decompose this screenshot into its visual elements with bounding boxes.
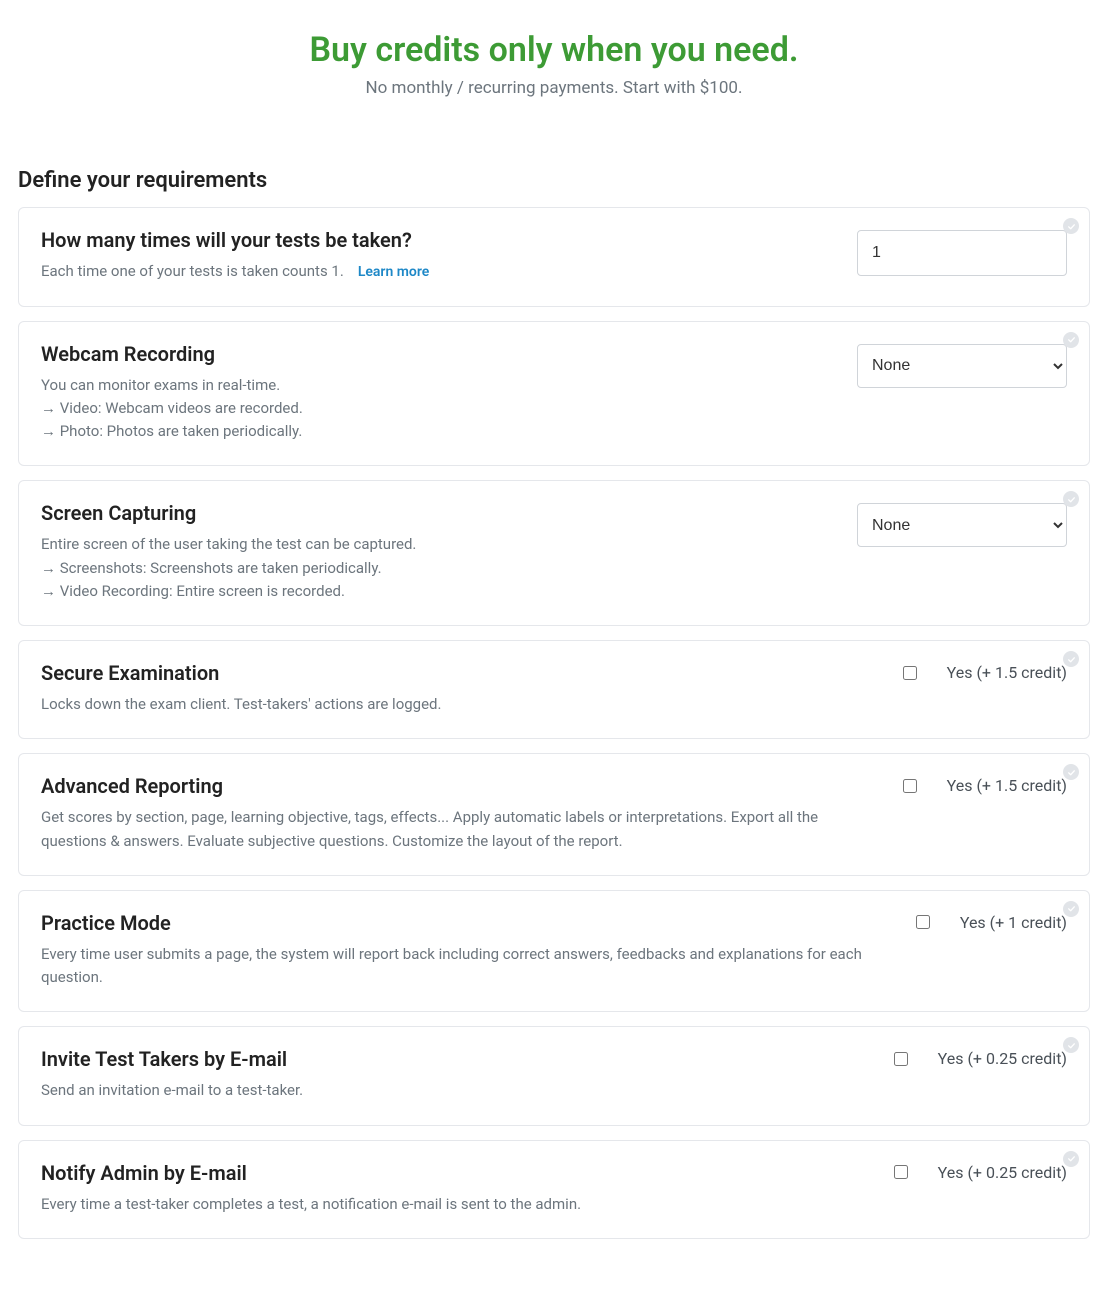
card-text: Invite Test Takers by E-mail Send an invi…: [41, 1047, 870, 1102]
card-desc-line: → Photo: Photos are taken periodically.: [41, 420, 833, 443]
card-control: Yes (+ 0.25 credit): [894, 1047, 1067, 1102]
card-description: Locks down the exam client. Test-takers'…: [41, 693, 879, 716]
card-title: How many times will your tests be taken?: [41, 228, 833, 252]
card-webcam-recording: Webcam Recording You can monitor exams in…: [18, 321, 1090, 467]
advanced-reporting-checkbox-label: Yes (+ 1.5 credit): [947, 776, 1067, 795]
card-invite-test-takers: Invite Test Takers by E-mail Send an invi…: [18, 1026, 1090, 1125]
card-desc-line: Each time one of your tests is taken cou…: [41, 260, 833, 284]
card-desc-line: → Screenshots: Screenshots are taken per…: [41, 557, 833, 580]
status-check-icon: [1063, 1151, 1079, 1167]
card-control: None: [857, 342, 1067, 444]
card-screen-capturing: Screen Capturing Entire screen of the use…: [18, 480, 1090, 626]
card-title: Screen Capturing: [41, 501, 833, 525]
hero: Buy credits only when you need. No month…: [18, 30, 1090, 98]
section-title: Define your requirements: [18, 168, 1090, 193]
notify-admin-checkbox-label: Yes (+ 0.25 credit): [938, 1163, 1067, 1182]
card-control: Yes (+ 1 credit): [916, 911, 1067, 990]
card-description: Every time a test-taker completes a test…: [41, 1193, 870, 1216]
card-description: Entire screen of the user taking the tes…: [41, 533, 833, 603]
card-text: Secure Examination Locks down the exam cl…: [41, 661, 879, 716]
card-description: Send an invitation e-mail to a test-take…: [41, 1079, 870, 1102]
card-title: Secure Examination: [41, 661, 879, 685]
card-title: Notify Admin by E-mail: [41, 1161, 870, 1185]
card-control: [857, 228, 1067, 284]
practice-mode-checkbox-wrap[interactable]: Yes (+ 1 credit): [916, 913, 1067, 932]
status-check-icon: [1063, 901, 1079, 917]
card-desc-line: → Video Recording: Entire screen is reco…: [41, 580, 833, 603]
invite-test-takers-checkbox-wrap[interactable]: Yes (+ 0.25 credit): [894, 1049, 1067, 1068]
hero-title: Buy credits only when you need.: [18, 30, 1090, 70]
card-practice-mode: Practice Mode Every time user submits a p…: [18, 890, 1090, 1013]
card-notify-admin: Notify Admin by E-mail Every time a test-…: [18, 1140, 1090, 1239]
card-control: Yes (+ 0.25 credit): [894, 1161, 1067, 1216]
advanced-reporting-checkbox[interactable]: [903, 779, 917, 793]
card-desc-line: Locks down the exam client. Test-takers'…: [41, 693, 879, 716]
status-check-icon: [1063, 764, 1079, 780]
card-description: Get scores by section, page, learning ob…: [41, 806, 879, 853]
card-desc-line: Get scores by section, page, learning ob…: [41, 806, 879, 853]
card-desc-line: Every time user submits a page, the syst…: [41, 943, 892, 990]
card-text: Webcam Recording You can monitor exams in…: [41, 342, 833, 444]
invite-test-takers-checkbox-label: Yes (+ 0.25 credit): [938, 1049, 1067, 1068]
card-control: Yes (+ 1.5 credit): [903, 661, 1067, 716]
notify-admin-checkbox[interactable]: [894, 1165, 908, 1179]
card-desc-line: Entire screen of the user taking the tes…: [41, 533, 833, 556]
advanced-reporting-checkbox-wrap[interactable]: Yes (+ 1.5 credit): [903, 776, 1067, 795]
card-description: Each time one of your tests is taken cou…: [41, 260, 833, 284]
practice-mode-checkbox-label: Yes (+ 1 credit): [960, 913, 1067, 932]
card-desc-line: → Video: Webcam videos are recorded.: [41, 397, 833, 420]
card-control: None: [857, 501, 1067, 603]
test-count-input[interactable]: [857, 230, 1067, 276]
card-text: Notify Admin by E-mail Every time a test-…: [41, 1161, 870, 1216]
card-title: Advanced Reporting: [41, 774, 879, 798]
card-secure-examination: Secure Examination Locks down the exam cl…: [18, 640, 1090, 739]
card-title: Invite Test Takers by E-mail: [41, 1047, 870, 1071]
card-desc-line: Every time a test-taker completes a test…: [41, 1193, 870, 1216]
notify-admin-checkbox-wrap[interactable]: Yes (+ 0.25 credit): [894, 1163, 1067, 1182]
card-desc-line: You can monitor exams in real-time.: [41, 374, 833, 397]
card-title: Webcam Recording: [41, 342, 833, 366]
practice-mode-checkbox[interactable]: [916, 915, 930, 929]
status-check-icon: [1063, 651, 1079, 667]
card-description: Every time user submits a page, the syst…: [41, 943, 892, 990]
card-title: Practice Mode: [41, 911, 892, 935]
secure-examination-checkbox-wrap[interactable]: Yes (+ 1.5 credit): [903, 663, 1067, 682]
card-text: Practice Mode Every time user submits a p…: [41, 911, 892, 990]
card-desc-line: Send an invitation e-mail to a test-take…: [41, 1079, 870, 1102]
status-check-icon: [1063, 332, 1079, 348]
card-text: Screen Capturing Entire screen of the use…: [41, 501, 833, 603]
card-text: How many times will your tests be taken?…: [41, 228, 833, 284]
webcam-recording-select[interactable]: None: [857, 344, 1067, 388]
card-text: Advanced Reporting Get scores by section,…: [41, 774, 879, 853]
card-test-count: How many times will your tests be taken?…: [18, 207, 1090, 307]
secure-examination-checkbox[interactable]: [903, 666, 917, 680]
hero-subtitle: No monthly / recurring payments. Start w…: [18, 78, 1090, 98]
status-check-icon: [1063, 491, 1079, 507]
card-description: You can monitor exams in real-time.→ Vid…: [41, 374, 833, 444]
card-advanced-reporting: Advanced Reporting Get scores by section,…: [18, 753, 1090, 876]
learn-more-link[interactable]: Learn more: [358, 264, 429, 280]
invite-test-takers-checkbox[interactable]: [894, 1052, 908, 1066]
status-check-icon: [1063, 218, 1079, 234]
status-check-icon: [1063, 1037, 1079, 1053]
card-control: Yes (+ 1.5 credit): [903, 774, 1067, 853]
secure-examination-checkbox-label: Yes (+ 1.5 credit): [947, 663, 1067, 682]
screen-capturing-select[interactable]: None: [857, 503, 1067, 547]
